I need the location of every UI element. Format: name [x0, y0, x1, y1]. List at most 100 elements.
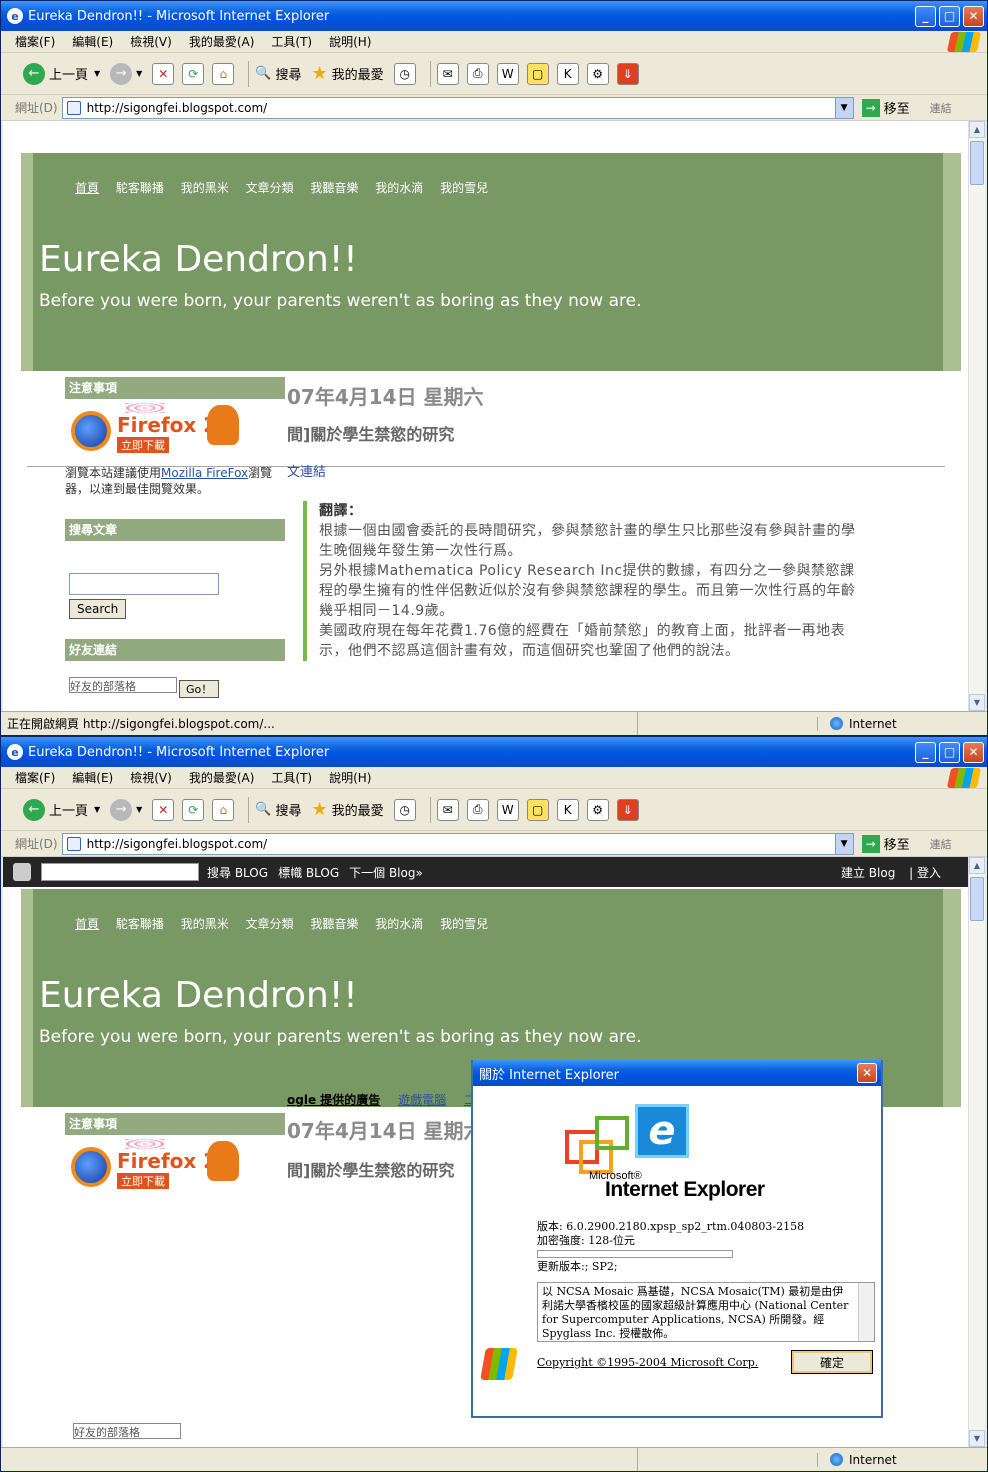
nav-item[interactable]: 我聽音樂 — [310, 181, 358, 195]
maximize-button[interactable]: □ — [939, 5, 960, 27]
menu-favorites[interactable]: 我的最愛(A) — [189, 769, 255, 786]
copyright-link[interactable]: Copyright ©1995-2004 Microsoft Corp. — [537, 1356, 758, 1369]
post-link[interactable]: 文連結 — [287, 461, 326, 480]
nav-item[interactable]: 我的黑米 — [181, 181, 229, 195]
blogger-logo-icon[interactable] — [13, 863, 31, 881]
minimize-button[interactable]: _ — [915, 5, 936, 27]
forward-button[interactable]: → ▼ — [110, 62, 142, 85]
print-icon[interactable]: ⎙ — [466, 62, 489, 85]
nav-item[interactable]: 文章分類 — [246, 917, 294, 931]
history-icon[interactable]: ◷ — [393, 798, 416, 821]
nav-item[interactable]: 文章分類 — [246, 181, 294, 195]
blog-search-button[interactable]: 搜尋 BLOG — [207, 864, 268, 881]
refresh-icon[interactable]: ⟳ — [182, 798, 205, 821]
firefox-link[interactable]: Mozilla FireFox — [161, 466, 248, 480]
menu-edit[interactable]: 編輯(E) — [72, 769, 113, 786]
k-icon[interactable]: K — [556, 62, 579, 85]
credits-box[interactable]: 以 NCSA Mosaic 爲基礎，NCSA Mosaic(TM) 最初是由伊利… — [537, 1282, 875, 1342]
menu-tools[interactable]: 工具(T) — [271, 769, 312, 786]
nav-item[interactable]: 我的黑米 — [181, 917, 229, 931]
menu-file[interactable]: 檔案(F) — [15, 769, 55, 786]
back-button[interactable]: ← 上一頁 ▼ — [23, 62, 100, 85]
title-bar[interactable]: e Eureka Dendron!! - Microsoft Internet … — [1, 737, 987, 767]
stop-icon[interactable]: ✕ — [152, 62, 175, 85]
next-blog-link[interactable]: 下一個 Blog» — [349, 864, 423, 881]
vertical-scrollbar[interactable]: ▲ ▼ — [968, 857, 985, 1447]
home-icon[interactable]: ⌂ — [212, 798, 235, 821]
firefox-banner[interactable]: Firefox 2 立即下載 — [65, 1139, 241, 1191]
menu-help[interactable]: 說明(H) — [329, 33, 371, 50]
scroll-down-icon[interactable]: ▼ — [969, 694, 985, 711]
menu-view[interactable]: 檢視(V) — [130, 769, 172, 786]
mail-icon[interactable]: ✉ — [436, 798, 459, 821]
menu-favorites[interactable]: 我的最愛(A) — [189, 33, 255, 50]
credits-scrollbar[interactable] — [858, 1283, 874, 1341]
address-input[interactable]: http://sigongfei.blogspot.com/ ▼ — [61, 96, 854, 119]
blog-title[interactable]: Eureka Dendron!! — [39, 975, 358, 1016]
about-title-bar[interactable]: 關於 Internet Explorer ✕ — [473, 1060, 881, 1086]
favorites-button[interactable]: ★ 我的最愛 — [312, 63, 384, 84]
login-link[interactable]: 登入 — [917, 866, 941, 880]
k-icon[interactable]: K — [556, 798, 579, 821]
mail-icon[interactable]: ✉ — [436, 62, 459, 85]
blog-flag-button[interactable]: 標幟 BLOG — [278, 864, 339, 881]
close-button[interactable]: ✕ — [963, 5, 984, 27]
links-label[interactable]: 連結 — [930, 100, 952, 116]
favorites-button[interactable]: ★ 我的最愛 — [312, 799, 384, 820]
forward-button[interactable]: → ▼ — [110, 798, 142, 821]
menu-view[interactable]: 檢視(V) — [130, 33, 172, 50]
search-button[interactable]: 🔍 搜尋 — [255, 64, 301, 83]
scroll-up-icon[interactable]: ▲ — [969, 857, 985, 874]
edit-icon[interactable]: W — [496, 62, 519, 85]
edit-icon[interactable]: W — [496, 798, 519, 821]
ok-button[interactable]: 確定 — [791, 1350, 873, 1374]
go-button[interactable]: → 移至 — [861, 834, 910, 853]
home-icon[interactable]: ⌂ — [212, 62, 235, 85]
download-icon[interactable]: ⇓ — [616, 62, 639, 85]
title-bar[interactable]: e Eureka Dendron!! - Microsoft Internet … — [1, 1, 987, 31]
refresh-icon[interactable]: ⟳ — [182, 62, 205, 85]
scroll-thumb[interactable] — [970, 877, 984, 921]
menu-help[interactable]: 說明(H) — [329, 769, 371, 786]
back-button[interactable]: ← 上一頁 ▼ — [23, 798, 100, 821]
close-button[interactable]: ✕ — [963, 741, 984, 763]
maximize-button[interactable]: □ — [939, 741, 960, 763]
about-close-button[interactable]: ✕ — [857, 1063, 877, 1083]
chevron-down-icon[interactable]: ▼ — [834, 97, 853, 118]
friends-go-button[interactable]: Go！ — [179, 680, 220, 698]
nav-item[interactable]: 我的雪兒 — [440, 181, 488, 195]
address-input[interactable]: http://sigongfei.blogspot.com/ ▼ — [61, 832, 854, 855]
tool-icon[interactable]: ⚙ — [586, 62, 609, 85]
go-button[interactable]: → 移至 — [861, 98, 910, 117]
create-blog-link[interactable]: 建立 Blog — [841, 866, 895, 880]
nav-item[interactable]: 駝客聯播 — [116, 917, 164, 931]
blog-title[interactable]: Eureka Dendron!! — [39, 239, 358, 280]
search-button[interactable]: Search — [69, 599, 127, 619]
tool-icon[interactable]: ⚙ — [586, 798, 609, 821]
nav-item[interactable]: 我的水滴 — [375, 917, 423, 931]
nav-item[interactable]: 駝客聯播 — [116, 181, 164, 195]
note-icon[interactable]: ▢ — [526, 62, 549, 85]
stop-icon[interactable]: ✕ — [152, 798, 175, 821]
firefox-banner[interactable]: Firefox 2 立即下載 — [65, 403, 241, 455]
nav-item[interactable]: 我的雪兒 — [440, 917, 488, 931]
post-title[interactable]: 間]關於學生禁慾的研究 — [287, 421, 454, 445]
ads-label[interactable]: ogle 提供的廣告 — [287, 1093, 380, 1107]
nav-home[interactable]: 首頁 — [75, 181, 99, 195]
scroll-up-icon[interactable]: ▲ — [969, 121, 985, 138]
blog-search-input[interactable] — [41, 863, 199, 881]
friends-select[interactable]: 好友的部落格 — [69, 677, 177, 693]
nav-item[interactable]: 我聽音樂 — [310, 917, 358, 931]
chevron-down-icon[interactable]: ▼ — [834, 833, 853, 854]
print-icon[interactable]: ⎙ — [466, 798, 489, 821]
nav-home[interactable]: 首頁 — [75, 917, 99, 931]
history-icon[interactable]: ◷ — [393, 62, 416, 85]
friends-select[interactable]: 好友的部落格 — [73, 1423, 181, 1439]
nav-item[interactable]: 我的水滴 — [375, 181, 423, 195]
search-button[interactable]: 🔍 搜尋 — [255, 800, 301, 819]
menu-tools[interactable]: 工具(T) — [271, 33, 312, 50]
scroll-thumb[interactable] — [970, 141, 984, 185]
search-input[interactable] — [69, 573, 219, 595]
download-icon[interactable]: ⇓ — [616, 798, 639, 821]
vertical-scrollbar[interactable]: ▲ ▼ — [968, 121, 985, 711]
